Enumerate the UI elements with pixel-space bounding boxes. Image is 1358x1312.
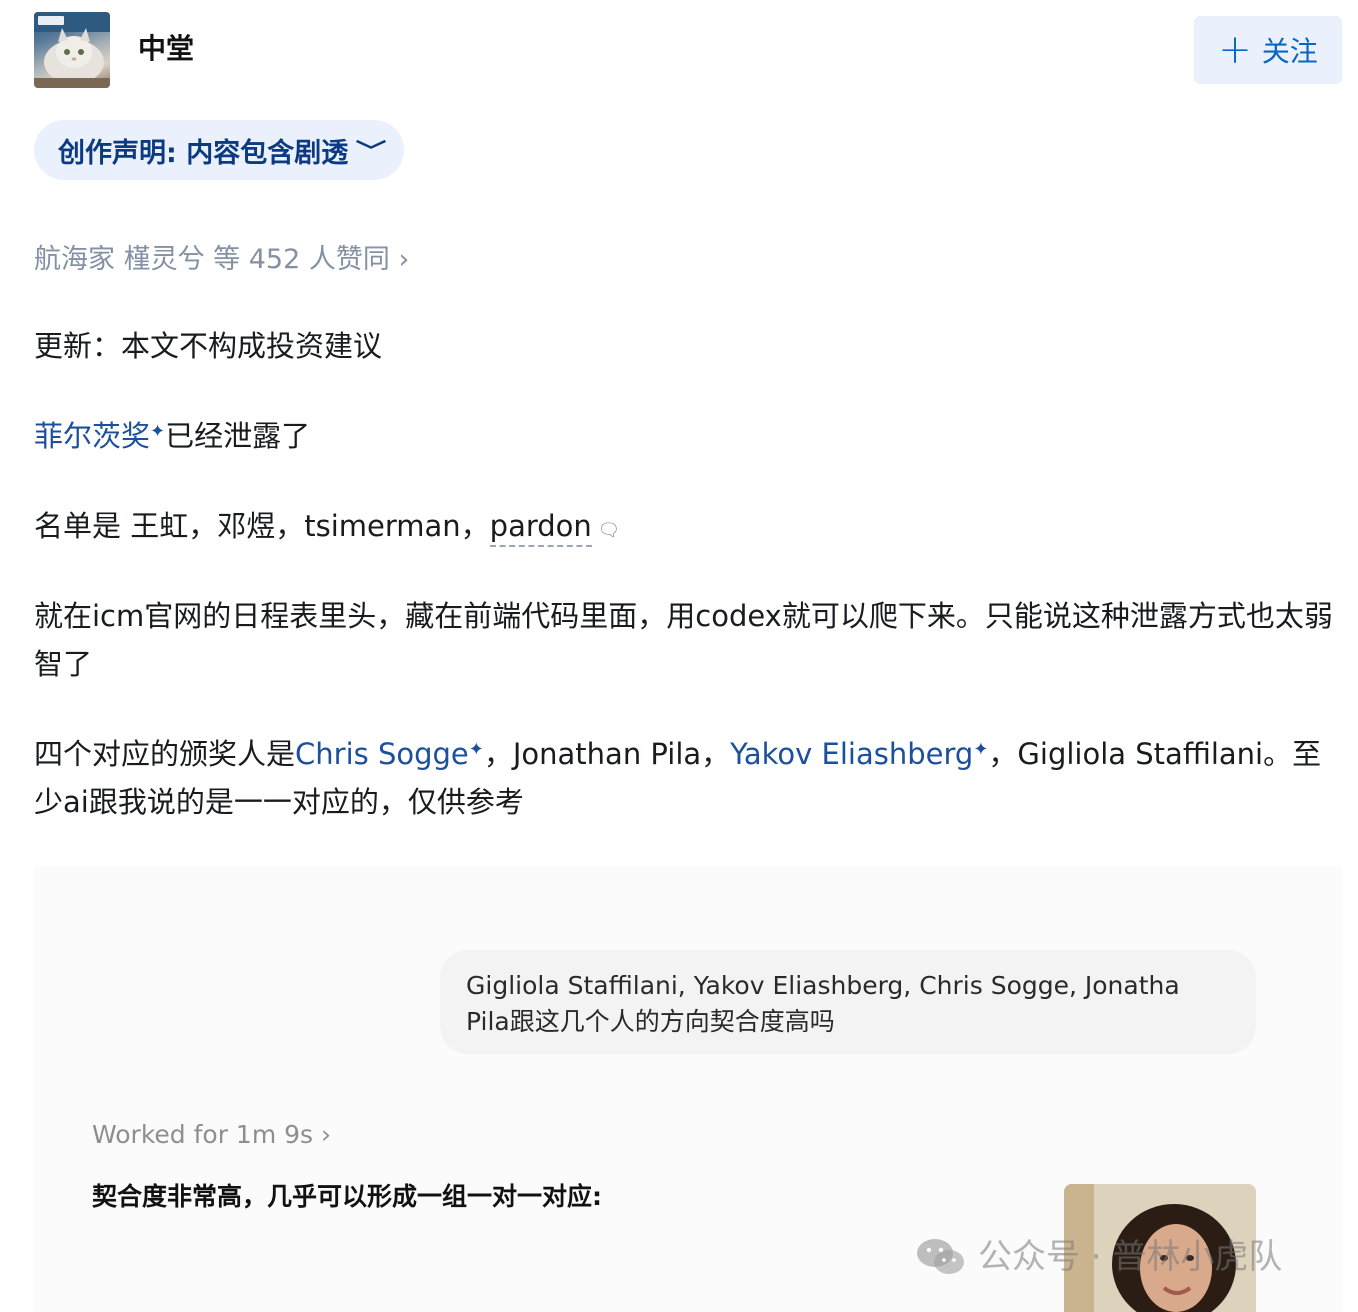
wechat-icon xyxy=(917,1239,964,1274)
sparkle-icon: ✦ xyxy=(468,739,484,760)
pardon-annotated-term[interactable]: pardon xyxy=(489,509,592,547)
wechat-watermark: 公众号 · 普林小虎队 xyxy=(916,1234,1282,1280)
creation-statement-dropdown[interactable]: 创作声明: 内容包含剧透 ﹀ xyxy=(34,120,405,180)
paragraph-leak-text: 已经泄露了 xyxy=(165,419,311,453)
author-name[interactable]: 中堂 xyxy=(138,30,194,68)
chevron-down-icon: ﹀ xyxy=(355,140,387,165)
presenters-middle: ，Jonathan Pila， xyxy=(483,737,731,771)
yakov-eliashberg-link[interactable]: Yakov Eliashberg xyxy=(730,737,973,771)
paragraph-update: 更新：本文不构成投资建议 xyxy=(34,329,383,363)
likes-summary[interactable]: 航海家 槿灵兮 等 452 人赞同 › xyxy=(34,242,409,278)
presenters-intro: 四个对应的颁奖人是 xyxy=(34,737,296,771)
author-avatar[interactable] xyxy=(34,12,110,88)
sparkle-icon: ✦ xyxy=(150,421,166,442)
likes-text: 航海家 槿灵兮 等 452 人赞同 xyxy=(34,244,390,275)
paragraph-list: 名单是 王虹，邓煜，tsimerman，pardon 🗨 xyxy=(34,502,1350,555)
watermark-text: 公众号 · 普林小虎队 xyxy=(978,1237,1283,1277)
follow-button-label: 关注 xyxy=(1261,35,1318,68)
creation-statement-label: 创作声明: 内容包含剧透 xyxy=(58,137,349,169)
sparkle-icon: ✦ xyxy=(973,739,989,760)
paragraph-source: 就在icm官网的日程表里头，藏在前端代码里面，用codex就可以爬下来。只能说这… xyxy=(34,599,1333,681)
paragraph-leak: 菲尔茨奖✦已经泄露了 xyxy=(34,412,1350,460)
chris-sogge-link[interactable]: Chris Sogge xyxy=(295,737,469,771)
cat-avatar-image xyxy=(34,12,110,88)
paragraph-presenters: 四个对应的颁奖人是Chris Sogge✦，Jonathan Pila，Yako… xyxy=(34,730,1350,826)
answer-heading: 契合度非常高，几乎可以形成一组一对一对应: xyxy=(92,1182,602,1211)
worked-for-label: Worked for 1m 9s › xyxy=(92,1120,332,1149)
chevron-right-icon: › xyxy=(398,244,410,275)
comment-icon[interactable]: 🗨 xyxy=(592,520,621,541)
paragraph-list-text: 名单是 王虹，邓煜，tsimerman， xyxy=(34,509,490,543)
user-message-bubble: Gigliola Staffilani, Yakov Eliashberg, C… xyxy=(440,950,1256,1054)
fields-medal-link[interactable]: 菲尔茨奖 xyxy=(34,419,150,453)
follow-button[interactable]: + 关注 xyxy=(1194,16,1342,84)
plus-icon: + xyxy=(1218,27,1252,73)
